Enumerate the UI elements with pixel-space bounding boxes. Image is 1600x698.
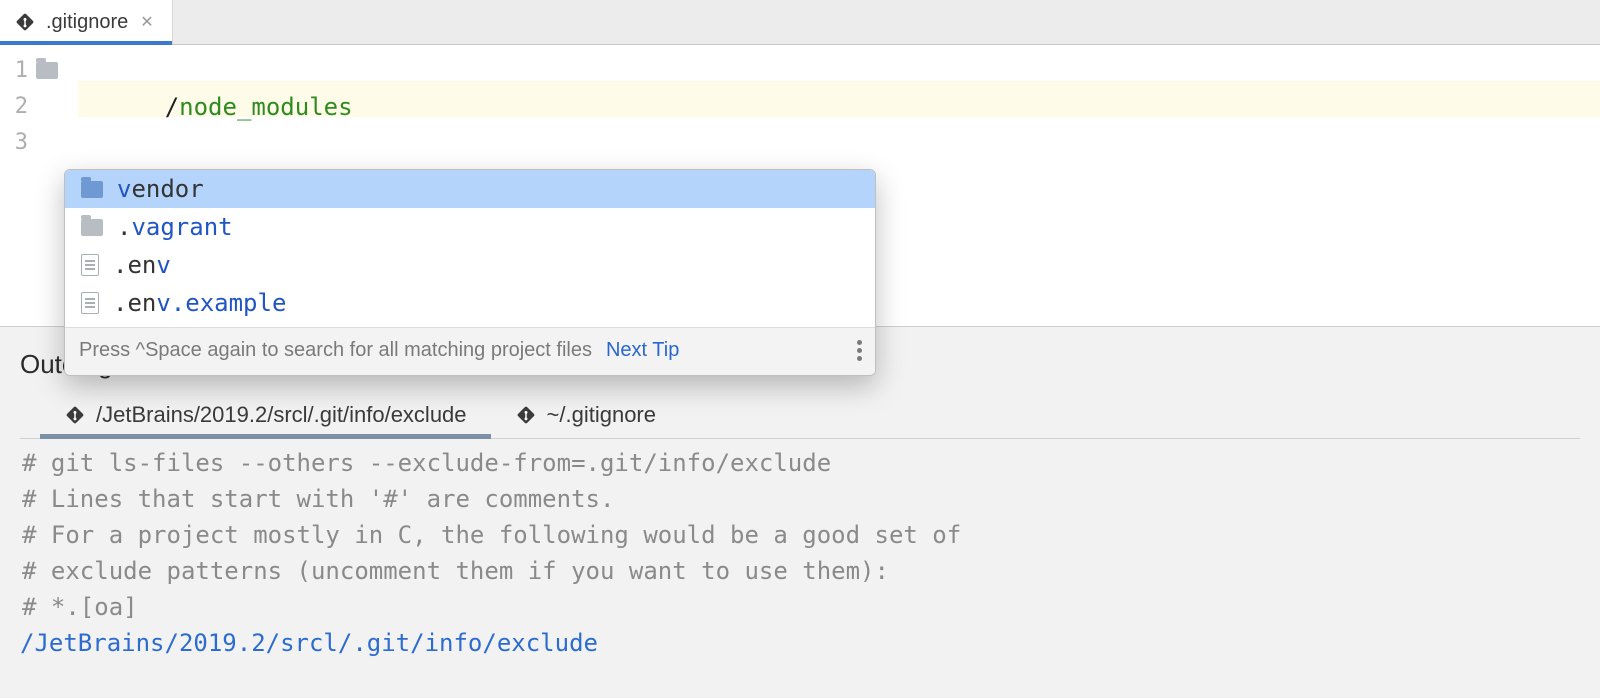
tab-gitignore[interactable]: .gitignore ✕ [0, 0, 173, 44]
tab-filename: .gitignore [46, 11, 128, 34]
file-icon [81, 292, 99, 314]
autocomplete-rest: v [156, 251, 170, 279]
line-number: 3 [0, 125, 28, 161]
file-icon [81, 254, 99, 276]
outer-ignore-tab-exclude[interactable]: /JetBrains/2019.2/srcl/.git/info/exclude [60, 394, 471, 438]
autocomplete-item[interactable]: .vagrant [65, 208, 875, 246]
line-number: 1 [0, 53, 28, 89]
autocomplete-hint: Press ^Space again to search for all mat… [79, 339, 592, 362]
exclude-file-view[interactable]: # git ls-files --others --exclude-from=.… [20, 439, 1580, 629]
autocomplete-list[interactable]: vendor .vagrant .env .env.example conver… [65, 170, 875, 327]
outer-ignore-tabs: /JetBrains/2019.2/srcl/.git/info/exclude… [20, 394, 1580, 439]
next-tip-link[interactable]: Next Tip [606, 339, 679, 362]
git-icon [515, 404, 537, 426]
autocomplete-rest: vagrant [131, 213, 232, 241]
autocomplete-popup: vendor .vagrant .env .env.example conver… [64, 169, 876, 376]
outer-tab-label: /JetBrains/2019.2/srcl/.git/info/exclude [96, 402, 467, 428]
autocomplete-match: v [117, 175, 131, 203]
autocomplete-match: . [117, 213, 131, 241]
outer-tab-label: ~/.gitignore [547, 402, 656, 428]
folder-icon [81, 219, 103, 236]
exclude-line: # For a project mostly in C, the followi… [22, 517, 1580, 553]
git-icon [14, 11, 36, 33]
autocomplete-item[interactable]: .env.example [65, 284, 875, 322]
code-text: / [165, 93, 179, 121]
autocomplete-rest: endor [131, 175, 203, 203]
editor-tabbar: .gitignore ✕ [0, 0, 1600, 45]
close-icon[interactable]: ✕ [138, 10, 155, 34]
outer-ignore-tab-global[interactable]: ~/.gitignore [511, 394, 660, 438]
autocomplete-item[interactable]: convert_line.php [65, 322, 875, 327]
folder-icon [81, 181, 103, 198]
kebab-menu-icon[interactable] [853, 336, 861, 365]
line-number-gutter: 1 2 3 [0, 45, 36, 326]
line-number: 2 [0, 89, 28, 125]
git-icon [64, 404, 86, 426]
exclude-line: # Lines that start with '#' are comments… [22, 481, 1580, 517]
editor-area[interactable]: 1 2 3 /node_modules /v vendor .vagrant [0, 45, 1600, 327]
exclude-line: # *.[oa] [22, 589, 1580, 625]
autocomplete-match: .en [113, 289, 156, 317]
breadcrumb-path[interactable]: /JetBrains/2019.2/srcl/.git/info/exclude [0, 629, 1600, 665]
exclude-line: # git ls-files --others --exclude-from=.… [22, 445, 1580, 481]
autocomplete-footer: Press ^Space again to search for all mat… [65, 327, 875, 375]
autocomplete-item[interactable]: .env [65, 246, 875, 284]
exclude-line: # exclude patterns (uncomment them if yo… [22, 553, 1580, 589]
autocomplete-item[interactable]: vendor [65, 170, 875, 208]
code-text: node_modules [179, 93, 352, 121]
autocomplete-rest: v.example [156, 289, 286, 317]
autocomplete-match: .en [113, 251, 156, 279]
folder-icon [36, 62, 58, 79]
